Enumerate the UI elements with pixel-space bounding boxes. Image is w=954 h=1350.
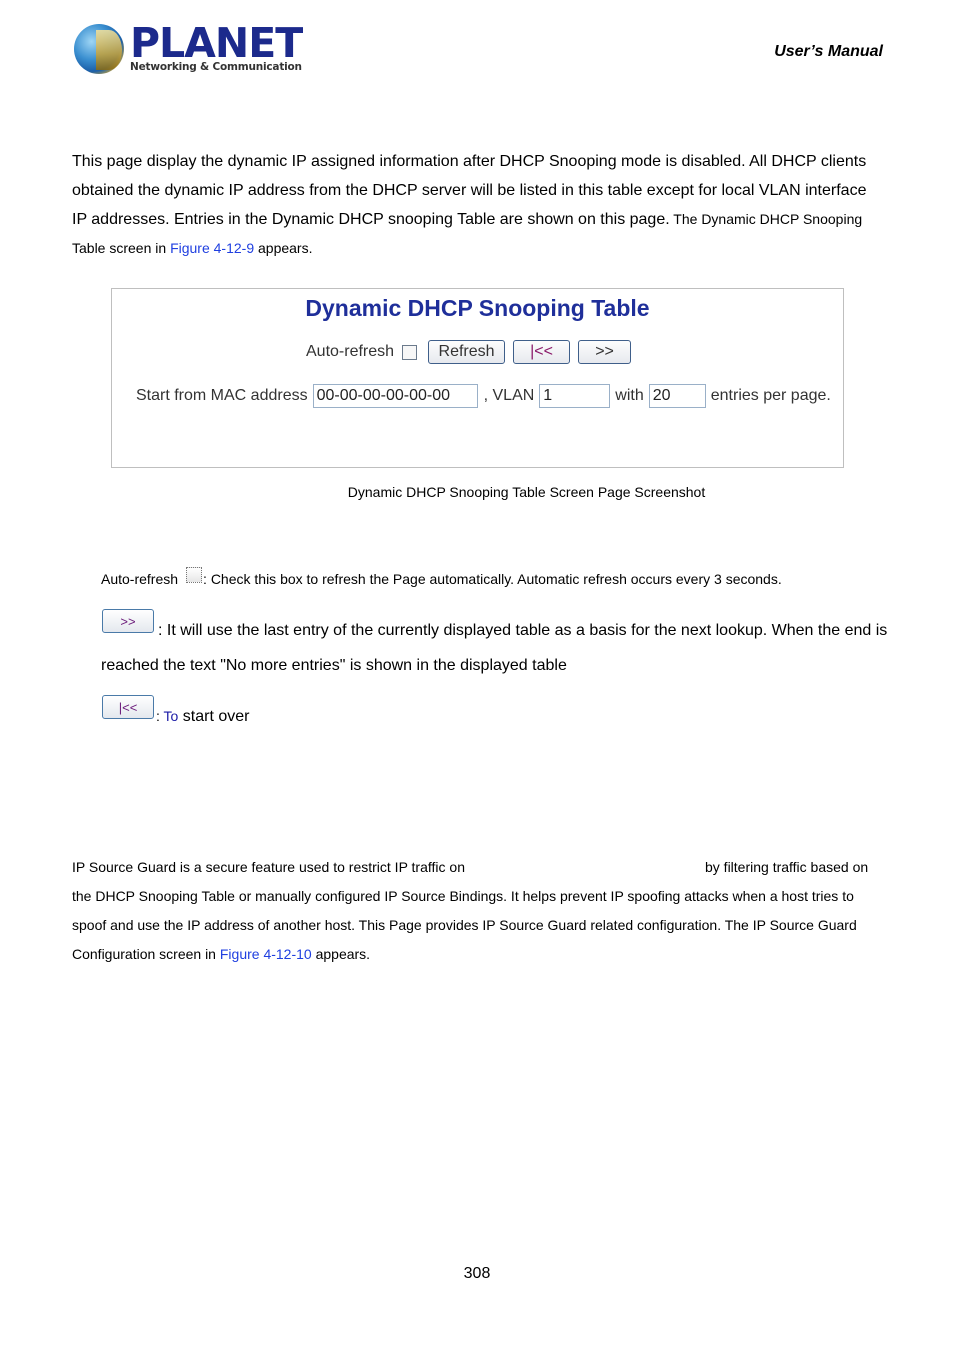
ipsg-line4-pre: Configuration screen in: [72, 946, 220, 962]
ipsg-line3: spoof and use the IP address of another …: [72, 917, 857, 933]
first-page-button-icon: |<<: [102, 695, 154, 719]
to-link: To: [163, 708, 179, 724]
page-number: 308: [463, 1265, 491, 1282]
intro-paragraph: This page display the dynamic IP assigne…: [72, 147, 884, 263]
start-mac-input[interactable]: 00-00-00-00-00-00: [312, 384, 478, 408]
figure-link[interactable]: Figure 4-12-9: [170, 240, 254, 256]
first-page-description: : To start over: [156, 708, 249, 726]
checkbox-icon: [186, 567, 203, 583]
ipsg-line4-post: appears.: [311, 946, 371, 962]
ipsg-line4: Configuration screen in Figure 4-12-10 a…: [72, 946, 370, 962]
entries-per-page-input[interactable]: 20: [648, 384, 706, 408]
next-description-line1: : It will use the last entry of the curr…: [158, 622, 888, 639]
auto-refresh-label: Auto-refresh: [306, 343, 395, 360]
ipsg-line2: the DHCP Snooping Table or manually conf…: [72, 888, 854, 904]
logo-tagline: Networking & Communication: [130, 61, 302, 73]
figure-title: Dynamic DHCP Snooping Table: [305, 295, 650, 321]
start-mac-label: Start from MAC address: [136, 387, 308, 404]
figure-caption: Dynamic DHCP Snooping Table Screen Page …: [347, 484, 706, 500]
figure-link-ipsg[interactable]: Figure 4-12-10: [220, 946, 312, 962]
with-label: with: [615, 387, 644, 404]
entries-label: entries per page.: [710, 387, 831, 404]
manual-title: User’s Manual: [774, 43, 883, 60]
globe-icon: [74, 24, 124, 74]
start-over-text: start over: [178, 708, 250, 725]
refresh-button[interactable]: Refresh: [428, 340, 506, 364]
colon: :: [156, 708, 164, 724]
auto-refresh-term: Auto-refresh: [101, 571, 179, 587]
lookup-controls: Start from MAC address 00-00-00-00-00-00…: [136, 384, 831, 408]
next-description-line2: reached the text "No more entries" is sh…: [101, 657, 567, 674]
vlan-input[interactable]: 1: [539, 384, 611, 408]
logo-wordmark: PLANET: [130, 19, 303, 67]
planet-logo: PLANET Networking & Communication: [72, 20, 303, 78]
intro-small-text-end: appears.: [254, 240, 313, 256]
auto-refresh-text: : Check this box to refresh the Page aut…: [203, 571, 782, 587]
ipsg-line1-a: IP Source Guard is a secure feature used…: [72, 859, 465, 875]
auto-refresh-description: Auto-refresh : Check this box to refresh…: [101, 567, 782, 587]
auto-refresh-checkbox[interactable]: [402, 344, 418, 360]
next-page-button[interactable]: >>: [578, 340, 632, 364]
ipsg-line1-b: by filtering traffic based on: [705, 859, 869, 875]
vlan-label: , VLAN: [483, 387, 535, 404]
next-button-icon: >>: [102, 609, 154, 633]
refresh-controls: Auto-refresh Refresh |<< >>: [306, 340, 639, 364]
dhcp-snooping-table-screenshot: Dynamic DHCP Snooping Table Auto-refresh…: [111, 288, 844, 468]
first-page-button[interactable]: |<<: [513, 340, 571, 364]
